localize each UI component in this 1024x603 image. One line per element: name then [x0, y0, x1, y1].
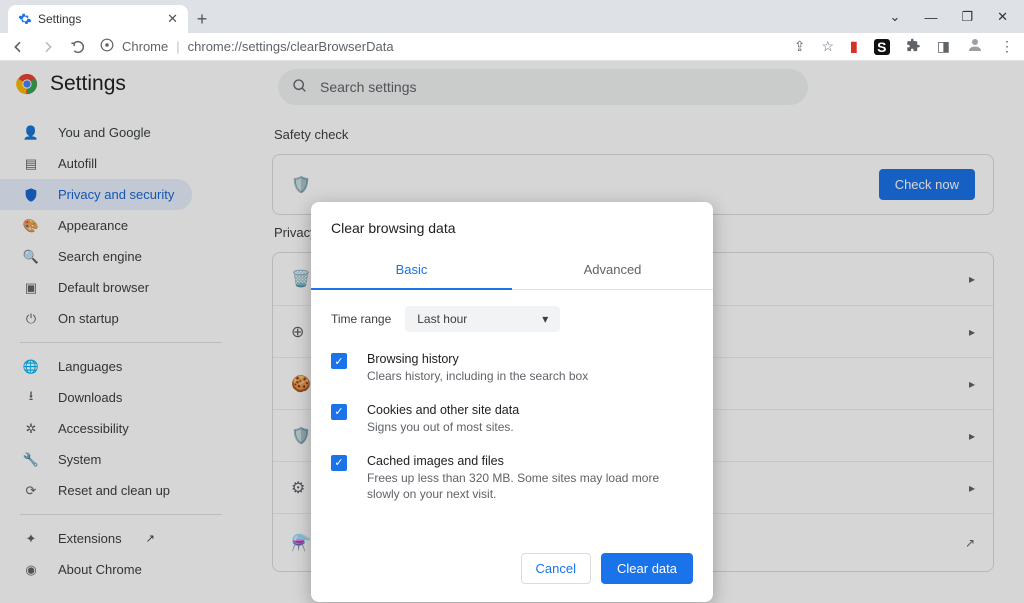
- modal-tabs: Basic Advanced: [311, 250, 713, 290]
- time-range-label: Time range: [331, 312, 391, 326]
- url-display[interactable]: Chrome | chrome://settings/clearBrowserD…: [100, 38, 394, 55]
- site-info-icon[interactable]: [100, 38, 114, 55]
- extension-icon-s[interactable]: S: [874, 39, 890, 55]
- settings-page: Settings Search settings 👤You and Google…: [0, 61, 1024, 603]
- window-controls: ⌄ — ❐ ✕: [890, 9, 1024, 33]
- checkbox-icon[interactable]: ✓: [331, 404, 347, 420]
- checkbox-icon[interactable]: ✓: [331, 353, 347, 369]
- chevron-down-icon: ▾: [542, 312, 548, 326]
- close-window-icon[interactable]: ✕: [997, 9, 1008, 25]
- menu-icon[interactable]: ⋮: [1000, 38, 1014, 55]
- modal-title: Clear browsing data: [311, 202, 713, 250]
- close-tab-icon[interactable]: ✕: [167, 11, 178, 27]
- minimize-icon[interactable]: —: [924, 10, 937, 25]
- checkbox-browsing-history[interactable]: ✓ Browsing history Clears history, inclu…: [331, 352, 693, 385]
- forward-icon: [40, 39, 56, 55]
- extensions-icon[interactable]: [906, 38, 921, 56]
- back-icon[interactable]: [10, 39, 26, 55]
- clear-browsing-data-modal: Clear browsing data Basic Advanced Time …: [311, 202, 713, 602]
- sidepanel-icon[interactable]: ◨: [937, 38, 950, 55]
- checkbox-cookies[interactable]: ✓ Cookies and other site data Signs you …: [331, 403, 693, 436]
- checkbox-icon[interactable]: ✓: [331, 455, 347, 471]
- new-tab-button[interactable]: +: [188, 5, 216, 33]
- profile-avatar-icon[interactable]: [966, 36, 984, 57]
- settings-gear-icon: [18, 12, 32, 26]
- share-icon[interactable]: ⇪: [794, 38, 806, 55]
- browser-tab[interactable]: Settings ✕: [8, 5, 188, 33]
- extension-icon-a[interactable]: ▮: [850, 38, 858, 55]
- browser-titlebar: Settings ✕ + ⌄ — ❐ ✕: [0, 0, 1024, 33]
- bookmark-icon[interactable]: ☆: [821, 38, 834, 55]
- tab-basic[interactable]: Basic: [311, 250, 512, 290]
- cancel-button[interactable]: Cancel: [521, 553, 591, 584]
- browser-addressbar: Chrome | chrome://settings/clearBrowserD…: [0, 33, 1024, 61]
- tab-title: Settings: [38, 12, 161, 26]
- toolbar-right: ⇪ ☆ ▮ S ◨ ⋮: [794, 36, 1014, 57]
- maximize-icon[interactable]: ❐: [961, 9, 973, 25]
- clear-data-button[interactable]: Clear data: [601, 553, 693, 584]
- checkbox-cache[interactable]: ✓ Cached images and files Frees up less …: [331, 454, 693, 504]
- reload-icon[interactable]: [70, 39, 86, 55]
- time-range-dropdown[interactable]: Last hour ▾: [405, 306, 560, 332]
- chevron-down-icon[interactable]: ⌄: [890, 9, 901, 25]
- tab-advanced[interactable]: Advanced: [512, 250, 713, 289]
